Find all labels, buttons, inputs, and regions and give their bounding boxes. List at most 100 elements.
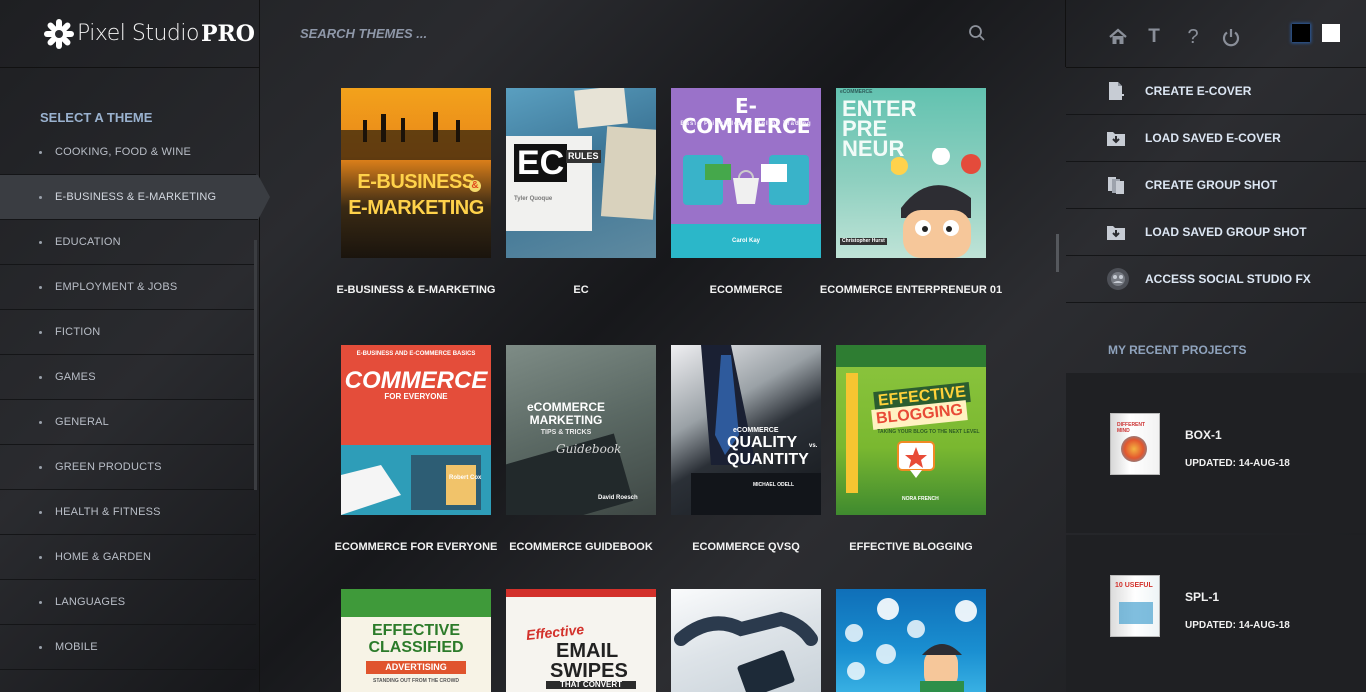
dark-theme-swatch[interactable] <box>1292 24 1310 42</box>
cover-title: CLASSIFIED <box>368 639 464 656</box>
theme-cover[interactable]: Effective EMAIL SWIPES THAT CONVERT <box>506 589 656 692</box>
theme-cover[interactable]: EC RULES Tyler Quoque <box>506 88 656 258</box>
search-icon[interactable] <box>968 24 986 42</box>
theme-cover[interactable] <box>671 589 821 692</box>
thumbnail-text: 10 USEFUL <box>1115 582 1153 589</box>
character-illustration-icon <box>891 148 981 258</box>
home-icon[interactable] <box>1107 26 1129 48</box>
sidebar-item-label: HEALTH & FITNESS <box>55 506 161 518</box>
access-social-studio-fx-button[interactable]: ACCESS SOCIAL STUDIO FX <box>1066 256 1366 303</box>
theme-card[interactable]: EC RULES Tyler Quoque EC <box>506 88 656 296</box>
theme-cover[interactable]: eCOMMERCE QUALITY vs. QUANTITY MICHAEL O… <box>671 345 821 515</box>
sidebar-item-home-garden[interactable]: HOME & GARDEN <box>0 535 256 580</box>
theme-card[interactable]: EFFECTIVE CLASSIFIED ADVERTISING STANDIN… <box>341 589 491 692</box>
theme-card[interactable]: eCOMMERCE QUALITY vs. QUANTITY MICHAEL O… <box>671 345 821 553</box>
top-bar: Pixel Studio PRO T ? <box>0 0 1366 67</box>
cover-subtitle: Guidebook <box>556 442 622 456</box>
theme-cover[interactable]: E-BUSINESS & E-MARKETING <box>341 88 491 258</box>
grid-scrollbar[interactable] <box>1056 234 1059 272</box>
star-bubble-icon <box>897 441 935 478</box>
search-input[interactable] <box>300 22 940 44</box>
cover-title: MARKETING <box>529 413 603 427</box>
theme-card[interactable]: E-BUSINESS & E-MARKETING E-BUSINESS & E-… <box>337 88 495 296</box>
sidebar-item-education[interactable]: EDUCATION <box>0 220 256 265</box>
sidebar-item-label: LANGUAGES <box>55 596 126 608</box>
theme-card[interactable]: eCOMMERCE ENTER PRE NEUR Christopher Hur… <box>820 88 1002 296</box>
sidebar-item-label: COOKING, FOOD & WINE <box>55 146 192 158</box>
theme-card[interactable]: EFFECTIVE BLOGGING TAKING YOUR BLOG TO T… <box>836 345 986 553</box>
cover-author: Tyler Quoque <box>514 196 553 202</box>
cover-subtitle: TIPS & TRICKS <box>540 429 592 436</box>
light-theme-swatch[interactable] <box>1322 24 1340 42</box>
cover-subtitle: THAT CONVERT <box>546 681 636 689</box>
cover-subtitle: vs. <box>809 443 818 449</box>
theme-cover[interactable]: EFFECTIVE BLOGGING TAKING YOUR BLOG TO T… <box>836 345 986 515</box>
sidebar-item-mobile[interactable]: MOBILE <box>0 625 256 670</box>
sidebar-item-e-business[interactable]: E-BUSINESS & E-MARKETING <box>0 175 270 220</box>
sidebar-item-languages[interactable]: LANGUAGES <box>0 580 256 625</box>
project-thumbnail[interactable]: DIFFERENT MIND <box>1110 413 1160 475</box>
sidebar-item-label: E-BUSINESS & E-MARKETING <box>55 191 217 203</box>
action-label: LOAD SAVED GROUP SHOT <box>1145 225 1307 239</box>
sidebar-item-health[interactable]: HEALTH & FITNESS <box>0 490 256 535</box>
sidebar-item-employment[interactable]: EMPLOYMENT & JOBS <box>0 265 256 310</box>
calculator-icon <box>574 88 628 129</box>
project-updated: UPDATED: 14-AUG-18 <box>1185 458 1290 469</box>
cover-subtitle: Basic Principles of Online Trading <box>680 121 812 127</box>
theme-card[interactable]: eCOMMERCE MARKETING TIPS & TRICKS Guideb… <box>506 345 656 553</box>
theme-grid: E-BUSINESS & E-MARKETING E-BUSINESS & E-… <box>260 67 1066 692</box>
cover-author: MICHAEL ODELL <box>753 482 795 488</box>
theme-card[interactable] <box>671 589 821 692</box>
create-group-shot-button[interactable]: CREATE GROUP SHOT <box>1066 162 1366 209</box>
cover-title: COMMERCE <box>344 367 488 394</box>
sidebar-item-fiction[interactable]: FICTION <box>0 310 256 355</box>
sidebar-item-games[interactable]: GAMES <box>0 355 256 400</box>
theme-cover[interactable]: eCOMMERCE MARKETING TIPS & TRICKS Guideb… <box>506 345 656 515</box>
text-icon[interactable]: T <box>1143 26 1165 48</box>
recent-project-item[interactable]: DIFFERENT MIND BOX-1 UPDATED: 14-AUG-18 <box>1066 373 1366 533</box>
logo-badge: PRO <box>200 20 255 47</box>
recent-projects-title: MY RECENT PROJECTS <box>1108 343 1247 357</box>
sidebar-item-label: GENERAL <box>55 416 109 428</box>
sidebar-item-cooking[interactable]: COOKING, FOOD & WINE <box>0 130 256 175</box>
recent-project-item[interactable]: 10 USEFUL SPL-1 UPDATED: 14-AUG-18 <box>1066 535 1366 692</box>
search-bar <box>260 0 1066 67</box>
cover-title: E-COMMERCE <box>681 94 811 138</box>
sidebar-item-label: FICTION <box>55 326 101 338</box>
theme-cover[interactable]: E-BUSINESS AND E-COMMERCE BASICS COMMERC… <box>341 345 491 515</box>
create-e-cover-button[interactable]: CREATE E-COVER <box>1066 68 1366 115</box>
brain-graphic <box>1121 436 1147 462</box>
group-shot-icon <box>1108 177 1124 194</box>
theme-card[interactable]: Effective EMAIL SWIPES THAT CONVERT <box>506 589 656 692</box>
theme-cover[interactable]: E-COMMERCE Basic Principles of Online Tr… <box>671 88 821 258</box>
project-thumbnail[interactable]: 10 USEFUL <box>1110 575 1160 637</box>
theme-cover[interactable]: EFFECTIVE CLASSIFIED ADVERTISING STANDIN… <box>341 589 491 692</box>
cover-subtitle: E-BUSINESS AND E-COMMERCE BASICS <box>356 351 476 357</box>
cover-title: E-BUSINESS <box>357 171 475 193</box>
sidebar-item-general[interactable]: GENERAL <box>0 400 256 445</box>
project-name: BOX-1 <box>1185 428 1222 442</box>
theme-card[interactable]: E-BUSINESS AND E-COMMERCE BASICS COMMERC… <box>335 345 497 553</box>
theme-cover[interactable]: eCOMMERCE ENTER PRE NEUR Christopher Hur… <box>836 88 986 258</box>
cover-author: Carol Kay <box>731 238 760 244</box>
paper-decoration <box>600 126 656 220</box>
theme-cover[interactable] <box>836 589 986 692</box>
sidebar-item-label: GAMES <box>55 371 96 383</box>
sidebar-scrollbar[interactable] <box>254 240 257 490</box>
theme-card[interactable] <box>836 589 986 692</box>
cover-side-strip <box>846 373 858 493</box>
sidebar-item-label: HOME & GARDEN <box>55 551 152 563</box>
sidebar-item-green-products[interactable]: GREEN PRODUCTS <box>0 445 256 490</box>
cover-header <box>836 345 986 367</box>
cover-subtitle: eCOMMERCE <box>840 89 873 95</box>
load-saved-e-cover-button[interactable]: LOAD SAVED E-COVER <box>1066 115 1366 162</box>
cover-header <box>341 589 491 617</box>
help-icon[interactable]: ? <box>1182 26 1204 48</box>
power-icon[interactable] <box>1220 26 1242 48</box>
cover-title: QUANTITY <box>727 451 809 468</box>
theme-card[interactable]: E-COMMERCE Basic Principles of Online Tr… <box>671 88 821 296</box>
app-logo[interactable]: Pixel Studio PRO <box>0 0 260 67</box>
cover-header <box>506 589 656 597</box>
load-saved-group-shot-button[interactable]: LOAD SAVED GROUP SHOT <box>1066 209 1366 256</box>
cover-subtitle: ADVERTISING <box>366 661 466 674</box>
